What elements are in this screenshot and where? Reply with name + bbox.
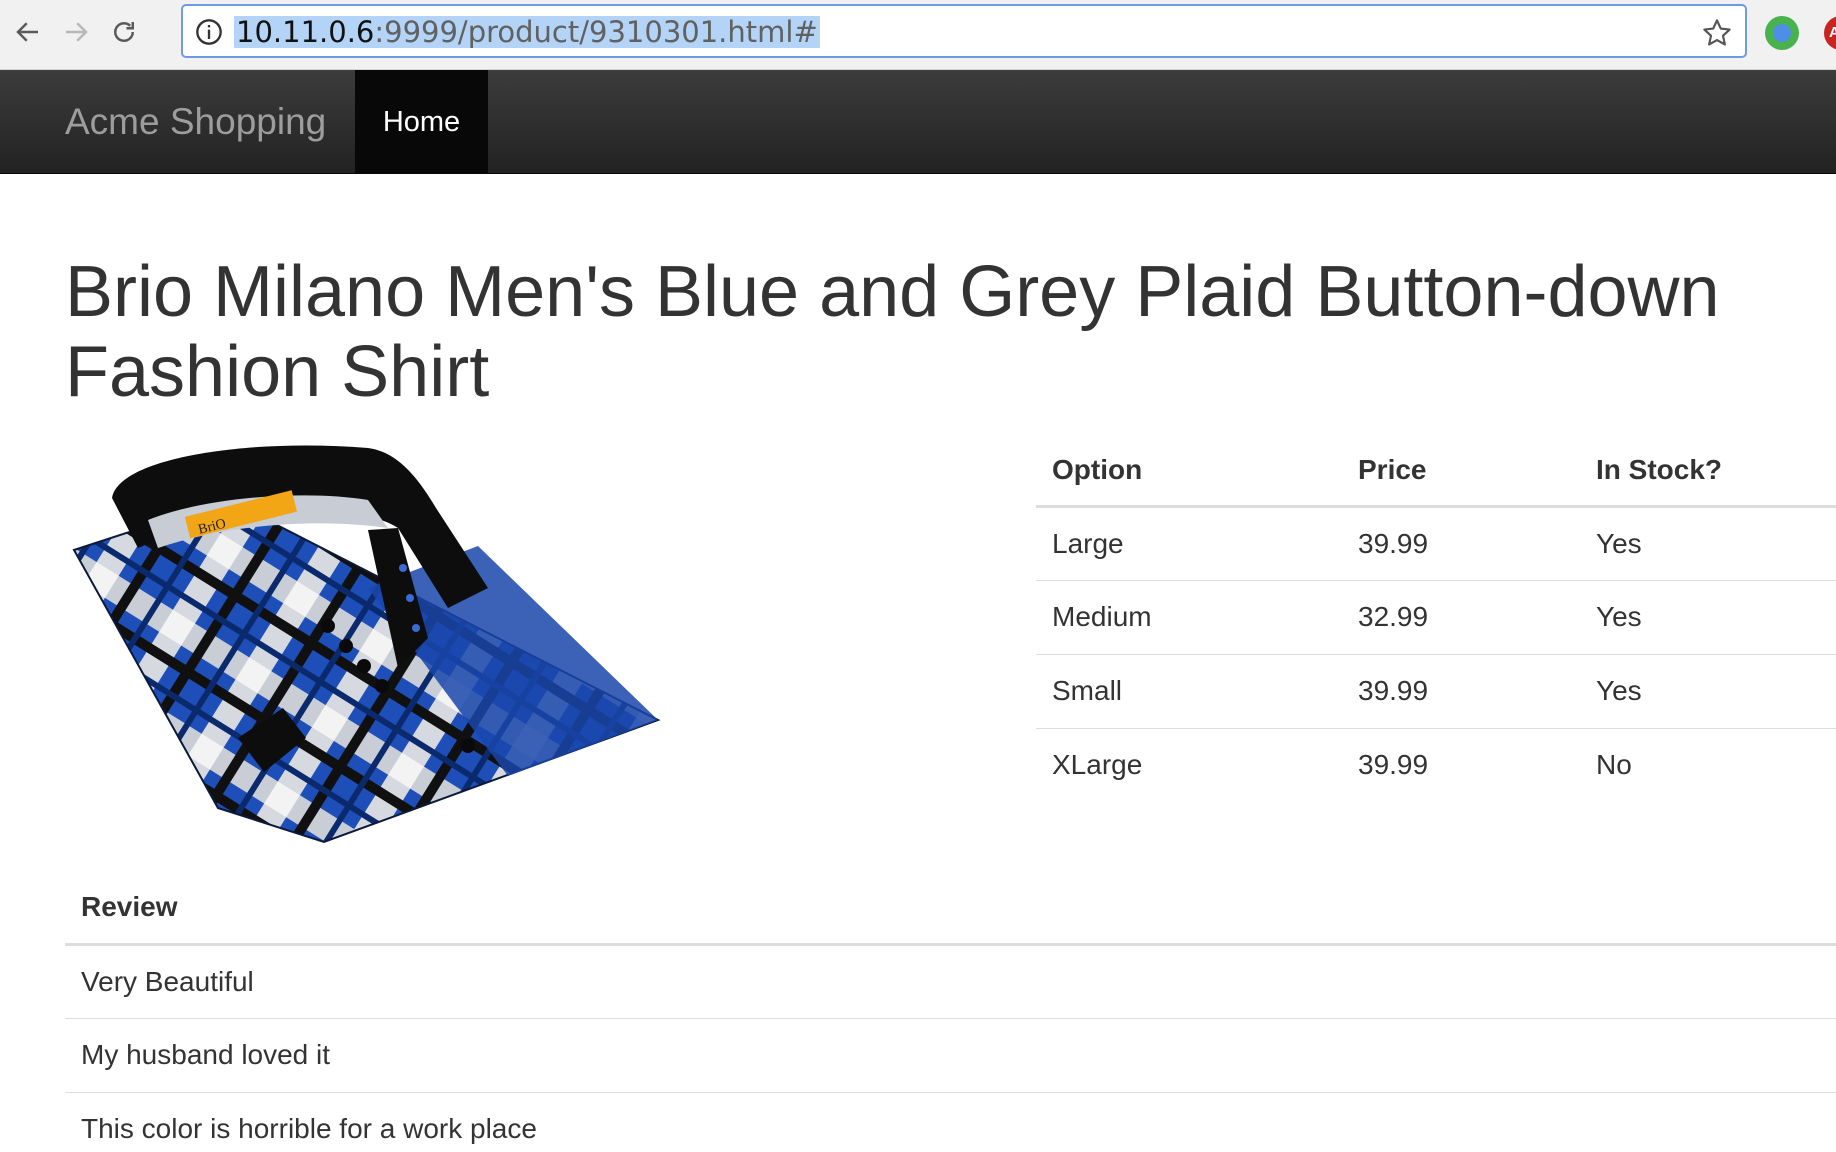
table-row: My husband loved it <box>65 1018 1836 1093</box>
stock-cell: Yes <box>1580 654 1836 729</box>
table-row: Medium 32.99 Yes <box>1036 580 1836 655</box>
option-cell: Small <box>1036 654 1342 729</box>
option-cell: Large <box>1036 506 1342 581</box>
table-row: XLarge 39.99 No <box>1036 728 1836 802</box>
site-navbar: Acme Shopping Home <box>0 70 1836 174</box>
option-cell: XLarge <box>1052 749 1143 781</box>
stock-cell: Yes <box>1580 506 1836 581</box>
forward-button[interactable] <box>56 12 96 52</box>
reviews-table-header-row: Review <box>65 872 1836 946</box>
table-row: Small 39.99 Yes <box>1036 654 1836 729</box>
options-table-header-row: Option Price In Stock? <box>1036 436 1836 508</box>
stock-cell: No <box>1596 749 1632 781</box>
table-row: Very Beautiful <box>65 944 1836 1019</box>
column-header-review: Review <box>65 872 1836 946</box>
review-cell: My husband loved it <box>65 1018 1836 1093</box>
star-icon[interactable] <box>1701 17 1733 49</box>
review-cell: Very Beautiful <box>65 944 1836 1019</box>
reload-button[interactable] <box>104 12 144 52</box>
column-header-option: Option <box>1036 436 1342 508</box>
arrow-left-icon <box>16 22 38 42</box>
table-row: Large 39.99 Yes <box>1036 506 1836 581</box>
brand-link[interactable]: Acme Shopping <box>65 70 326 174</box>
address-bar[interactable]: 10.11.0.6:9999/product/9310301.html# <box>181 4 1747 58</box>
price-cell: 39.99 <box>1358 749 1429 781</box>
url-host: 10.11.0.6 <box>236 15 375 49</box>
options-table: Option Price In Stock? Large 39.99 Yes M… <box>1036 436 1836 802</box>
product-image: BriO <box>72 445 661 844</box>
stock-cell: Yes <box>1580 580 1836 655</box>
nav-item-home[interactable]: Home <box>355 70 488 174</box>
back-button[interactable] <box>8 12 48 52</box>
browser-toolbar: 10.11.0.6:9999/product/9310301.html# A <box>0 0 1836 70</box>
table-row: This color is horrible for a work place <box>65 1092 1836 1152</box>
url-path: :9999/product/9310301.html# <box>374 15 818 49</box>
column-header-price: Price <box>1342 436 1580 508</box>
review-cell: This color is horrible for a work place <box>81 1113 537 1145</box>
info-icon[interactable] <box>195 18 223 46</box>
column-header-in-stock: In Stock? <box>1580 436 1836 508</box>
price-cell: 32.99 <box>1342 580 1580 655</box>
extension-badge-icon[interactable]: A <box>1824 16 1836 50</box>
reviews-table: Review Very Beautiful My husband loved i… <box>65 872 1836 1152</box>
url-text[interactable]: 10.11.0.6:9999/product/9310301.html# <box>234 16 820 48</box>
page: 10.11.0.6:9999/product/9310301.html# A A… <box>0 0 1836 1152</box>
reload-icon <box>114 22 134 42</box>
extension-icon[interactable] <box>1765 16 1799 50</box>
product-title: Brio Milano Men's Blue and Grey Plaid Bu… <box>65 252 1720 412</box>
price-cell: 39.99 <box>1342 506 1580 581</box>
price-cell: 39.99 <box>1342 654 1580 729</box>
option-cell: Medium <box>1036 580 1342 655</box>
arrow-right-icon <box>66 22 88 42</box>
